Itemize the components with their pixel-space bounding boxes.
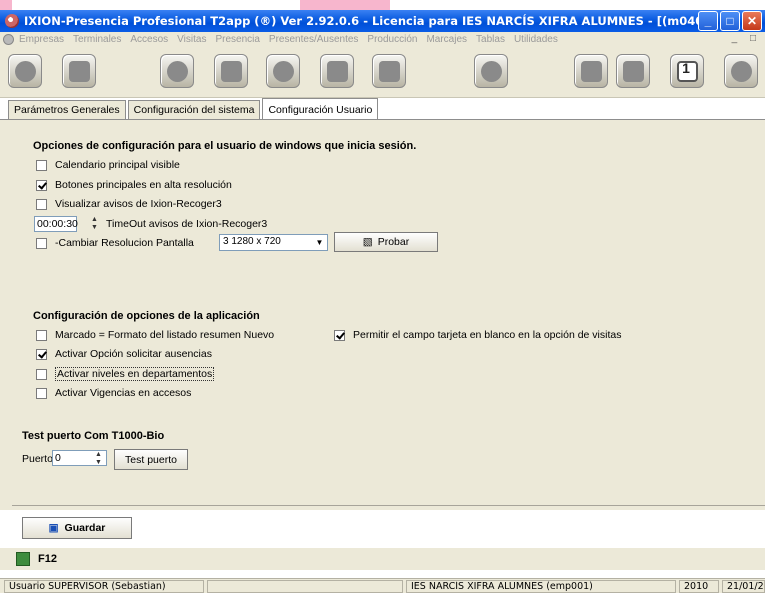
- resolution-value: 3 1280 x 720: [223, 236, 281, 247]
- status-bar: Usuario SUPERVISOR (Sebastian) IES NARCÍ…: [0, 578, 765, 593]
- floppy-icon: ▣: [48, 522, 59, 534]
- menu-empresas[interactable]: Empresas: [19, 34, 64, 45]
- marcado-label: Marcado = Formato del listado resumen Nu…: [55, 329, 275, 341]
- status-spacer: [207, 580, 403, 593]
- f12-label: F12: [38, 553, 57, 565]
- tarjeta-blanco-label: Permitir el campo tarjeta en blanco en l…: [353, 329, 622, 341]
- vigencias-accesos-checkbox[interactable]: [36, 387, 47, 399]
- port-spinner[interactable]: ▲ ▼: [92, 451, 105, 467]
- clock-icon[interactable]: [724, 54, 758, 88]
- chevron-down-icon[interactable]: ▼: [312, 235, 327, 250]
- footer-separator: [12, 505, 765, 506]
- maximize-button[interactable]: □: [720, 11, 740, 31]
- show-warnings-checkbox[interactable]: [36, 198, 47, 210]
- marcado-option[interactable]: Marcado = Formato del listado resumen Nu…: [36, 329, 274, 341]
- com-test-heading: Test puerto Com T1000-Bio: [22, 430, 165, 442]
- main-toolbar: 1: [0, 48, 765, 98]
- save-button[interactable]: ▣ Guardar: [22, 517, 132, 539]
- door-icon[interactable]: [214, 54, 248, 88]
- change-resolution-label: -Cambiar Resolucion Pantalla: [55, 237, 194, 249]
- menu-presentes-ausentes[interactable]: Presentes/Ausentes: [269, 34, 359, 45]
- menu-tablas[interactable]: Tablas: [476, 34, 505, 45]
- settings-panel: Opciones de configuración para el usuari…: [0, 120, 765, 539]
- niveles-departamentos-option[interactable]: Activar niveles en departamentos: [36, 367, 215, 381]
- vigencias-accesos-label: Activar Vigencias en accesos: [55, 387, 192, 399]
- timeout-spinner[interactable]: ▲ ▼: [88, 216, 101, 232]
- calendar-visible-option[interactable]: Calendario principal visible: [36, 159, 180, 171]
- users-icon[interactable]: [8, 54, 42, 88]
- user-options-heading: Opciones de configuración para el usuari…: [33, 140, 417, 152]
- gear-icon[interactable]: [266, 54, 300, 88]
- show-warnings-label: Visualizar avisos de Ixion-Recoger3: [55, 198, 222, 210]
- mdi-child-icon[interactable]: [3, 34, 14, 45]
- tab-configuracion-usuario[interactable]: Configuración Usuario: [262, 98, 379, 119]
- tab-strip: Parámetros Generales Configuración del s…: [8, 98, 380, 119]
- window-title: IXION-Presencia Profesional T2app (®) Ve…: [24, 14, 717, 28]
- solicitar-ausencias-option[interactable]: Activar Opción solicitar ausencias: [36, 348, 212, 360]
- niveles-departamentos-checkbox[interactable]: [36, 368, 47, 380]
- status-user: Usuario SUPERVISOR (Sebastian): [4, 580, 204, 593]
- app-options-heading: Configuración de opciones de la aplicaci…: [33, 310, 260, 322]
- menu-utilidades[interactable]: Utilidades: [514, 34, 558, 45]
- solicitar-ausencias-label: Activar Opción solicitar ausencias: [55, 348, 212, 360]
- calendar-icon[interactable]: 1: [670, 54, 704, 88]
- menu-terminales[interactable]: Terminales: [73, 34, 121, 45]
- calendar-day: 1: [682, 60, 690, 76]
- app-icon[interactable]: [5, 14, 19, 28]
- niveles-departamentos-label: Activar niveles en departamentos: [55, 367, 215, 381]
- high-res-buttons-option[interactable]: Botones principales en alta resolución: [36, 179, 232, 191]
- printer-icon[interactable]: [372, 54, 406, 88]
- tab-configuracion-sistema[interactable]: Configuración del sistema: [127, 100, 261, 119]
- menu-produccion[interactable]: Producción: [367, 34, 417, 45]
- tarjeta-blanco-option[interactable]: Permitir el campo tarjeta en blanco en l…: [334, 329, 621, 341]
- exit-door-icon[interactable]: [16, 552, 30, 566]
- minimize-button[interactable]: _: [698, 11, 718, 31]
- tarjeta-blanco-checkbox[interactable]: [334, 329, 345, 341]
- mdi-controls[interactable]: _ □: [732, 33, 761, 44]
- probar-label: Probar: [377, 236, 410, 248]
- resolution-select[interactable]: 3 1280 x 720 ▼: [219, 234, 328, 251]
- probar-button[interactable]: ▧ Probar: [334, 232, 438, 252]
- employees-icon[interactable]: [62, 54, 96, 88]
- vigencias-accesos-option[interactable]: Activar Vigencias en accesos: [36, 387, 191, 399]
- info-icon[interactable]: [474, 54, 508, 88]
- port-label: Puerto: [22, 453, 53, 465]
- menu-presencia[interactable]: Presencia: [215, 34, 259, 45]
- menu-visitas[interactable]: Visitas: [177, 34, 206, 45]
- terminal-icon[interactable]: [160, 54, 194, 88]
- solicitar-ausencias-checkbox[interactable]: [36, 348, 47, 360]
- close-button[interactable]: ✕: [742, 11, 762, 31]
- tab-parametros-generales[interactable]: Parámetros Generales: [8, 100, 126, 119]
- change-resolution-option[interactable]: -Cambiar Resolucion Pantalla: [36, 237, 194, 249]
- status-date: 21/01/201: [722, 580, 765, 593]
- show-warnings-option[interactable]: Visualizar avisos de Ixion-Recoger3: [36, 198, 222, 210]
- change-resolution-checkbox[interactable]: [36, 237, 47, 249]
- status-year: 2010: [679, 580, 719, 593]
- calendar-visible-label: Calendario principal visible: [55, 159, 180, 171]
- f12-bar: F12: [0, 548, 765, 570]
- timeout-label: TimeOut avisos de Ixion-Recoger3: [106, 218, 268, 230]
- tree-icon[interactable]: [616, 54, 650, 88]
- search-icon[interactable]: [574, 54, 608, 88]
- menu-accesos[interactable]: Accesos: [130, 34, 168, 45]
- high-res-buttons-label: Botones principales en alta resolución: [55, 179, 232, 191]
- menu-bar: Empresas Terminales Accesos Visitas Pres…: [0, 32, 765, 48]
- save-label: Guardar: [64, 522, 106, 534]
- menu-marcajes[interactable]: Marcajes: [426, 34, 467, 45]
- timeout-input[interactable]: 00:00:30: [34, 216, 78, 232]
- monitor-icon[interactable]: [320, 54, 354, 88]
- port-value: 0: [55, 452, 61, 464]
- window-titlebar: IXION-Presencia Profesional T2app (®) Ve…: [0, 10, 765, 32]
- calendar-visible-checkbox[interactable]: [36, 159, 47, 171]
- high-res-buttons-checkbox[interactable]: [36, 179, 47, 191]
- status-company: IES NARCÍS XIFRA ALUMNES (emp001): [406, 580, 676, 593]
- marcado-checkbox[interactable]: [36, 329, 47, 341]
- test-port-button[interactable]: Test puerto: [114, 449, 188, 470]
- camera-icon: ▧: [362, 236, 373, 248]
